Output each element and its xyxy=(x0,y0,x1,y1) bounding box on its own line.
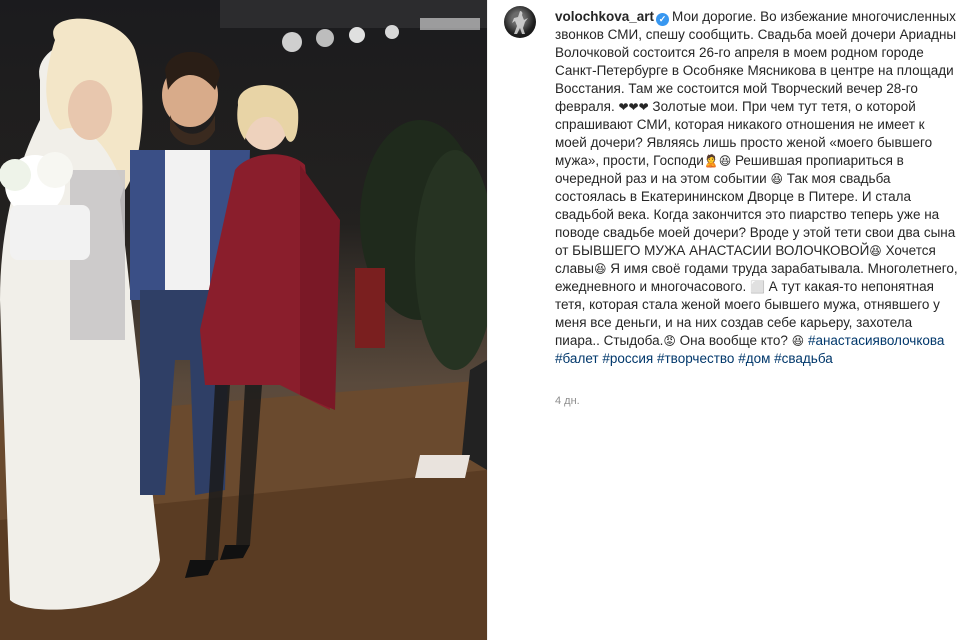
angry-emoji-icon: 😡 xyxy=(663,334,676,348)
hashtag-link[interactable]: #свадьба xyxy=(774,351,833,366)
post-caption-panel: volochkova_art ✓ Мои дорогие. Во избежание… xyxy=(487,0,969,640)
hearts-emoji-icon: ❤❤❤ xyxy=(618,100,649,114)
post-timestamp[interactable]: 4 дн. xyxy=(555,395,580,407)
post-caption: volochkova_art ✓ Мои дорогие. Во избежание… xyxy=(555,8,959,368)
photo-scene xyxy=(0,0,487,640)
grin-emoji-icon-3: 😆 xyxy=(869,244,882,258)
grin-emoji-icon-4: 😆 xyxy=(594,262,607,276)
grin-emoji-icon: 😆 xyxy=(718,154,732,168)
caption-text-8: Она вообще кто? xyxy=(675,333,792,348)
grin-emoji-icon-5: 😆 xyxy=(791,334,805,348)
hashtag-link[interactable]: #балет xyxy=(555,351,599,366)
verified-badge-icon: ✓ xyxy=(656,13,670,26)
hashtag-link[interactable]: #творчество xyxy=(657,351,734,366)
post-photo[interactable] xyxy=(0,0,487,640)
hashtag-link[interactable]: #анастасияволочкова xyxy=(808,333,944,348)
hashtag-link[interactable]: #дом xyxy=(738,351,770,366)
username-link[interactable]: volochkova_art xyxy=(555,9,654,24)
hashtag-link[interactable]: #россия xyxy=(602,351,653,366)
avatar-dancer-icon xyxy=(512,11,528,34)
person-emoji-icon: 🙎 xyxy=(703,154,719,168)
user-avatar[interactable] xyxy=(504,6,536,38)
box-emoji-icon: ⬜ xyxy=(749,280,765,294)
grin-emoji-icon-2: 😆 xyxy=(770,172,783,186)
